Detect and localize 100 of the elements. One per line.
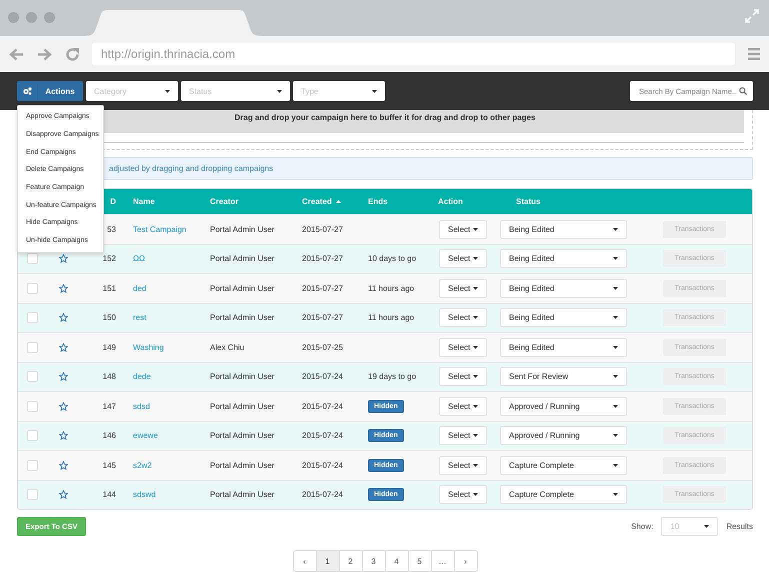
status-select[interactable]: Capture Complete [500, 456, 627, 475]
checkbox[interactable] [27, 253, 38, 264]
show-label: Show: [631, 522, 654, 531]
caret-icon [613, 434, 618, 438]
star-icon[interactable] [59, 460, 68, 470]
table-cell-text: 146 [102, 431, 116, 440]
star-icon[interactable] [59, 372, 68, 382]
status-select[interactable]: Being Edited [500, 308, 627, 328]
action-select[interactable]: Select [439, 308, 487, 328]
checkbox[interactable] [27, 430, 38, 442]
caret-icon [372, 90, 377, 92]
table-cell-text: 145 [102, 460, 116, 470]
table-cell-text: 2015-07-24 [301, 372, 344, 382]
action-select[interactable]: Select [439, 338, 487, 357]
reload-icon[interactable] [65, 46, 80, 62]
caret-icon [473, 375, 478, 378]
caret-icon [613, 228, 618, 231]
table-cell: 19 days to go [368, 372, 416, 382]
checkbox[interactable] [27, 400, 38, 412]
table-cell-text: 151 [102, 284, 116, 293]
caret-icon [473, 434, 478, 438]
table-cell-text: 2015-07-27 [301, 224, 344, 234]
action-select[interactable]: Select [439, 367, 487, 386]
star-icon[interactable] [59, 254, 68, 264]
table-cell: 10 days to go [368, 254, 416, 264]
star-icon[interactable] [59, 313, 68, 322]
caret-icon [473, 286, 478, 290]
action-select[interactable]: Select [439, 396, 487, 416]
expand-icon[interactable] [745, 9, 759, 23]
drop-zone-text: Drag and drop your campaign here to buffer it for drag and drop to other pages [234, 113, 536, 124]
dropdown-placeholder: Type [301, 86, 318, 96]
caret-icon [473, 257, 478, 260]
table-cell-text: 150 [102, 313, 116, 322]
star-icon[interactable] [59, 284, 68, 293]
caret-icon [473, 464, 478, 467]
results-label: Results [726, 522, 753, 531]
table-cell-text: 2015-07-27 [301, 284, 344, 293]
checkbox[interactable] [27, 460, 38, 471]
table-cell-text: 2015-07-24 [301, 431, 344, 440]
caret-icon [704, 525, 710, 528]
dropdown-placeholder: Category [94, 86, 126, 96]
star-icon[interactable] [59, 342, 68, 352]
table-cell-text: Portal Admin User [209, 284, 276, 293]
status-select[interactable]: Approved / Running [500, 396, 627, 416]
table-cell-text: 148 [102, 372, 116, 382]
checkbox[interactable] [27, 371, 38, 382]
caret-icon [613, 257, 618, 260]
table-cell: 11 hours ago [368, 284, 414, 293]
back-icon[interactable] [9, 48, 24, 60]
caret-icon [473, 493, 478, 496]
dropdown-placeholder: Status [189, 86, 212, 96]
window-control-icon[interactable] [26, 12, 37, 23]
window-control-icon[interactable] [8, 12, 19, 23]
page-link[interactable]: › [454, 551, 476, 571]
table-cell-text: 2015-07-24 [301, 490, 344, 500]
caret-icon [473, 346, 478, 349]
caret-icon [165, 90, 170, 92]
actions-button[interactable]: Actions [17, 81, 83, 101]
status-select[interactable]: Being Edited [500, 220, 627, 239]
status-select[interactable]: Capture Complete [500, 485, 627, 504]
search-icon[interactable] [739, 87, 747, 95]
status-select[interactable]: Being Edited [500, 278, 627, 298]
action-select[interactable]: Select [439, 249, 487, 268]
table-cell-text: 2015-07-24 [301, 460, 344, 470]
status-select[interactable]: Approved / Running [500, 426, 627, 446]
checkbox[interactable] [27, 342, 38, 353]
status-select[interactable]: Sent For Review [500, 367, 627, 386]
caret-icon [613, 316, 618, 320]
caret-icon [613, 346, 618, 349]
table-cell-text: 2015-07-27 [301, 254, 344, 264]
action-select[interactable]: Select [439, 426, 487, 446]
star-icon[interactable] [59, 490, 68, 500]
star-icon[interactable] [59, 431, 68, 440]
caret-icon [613, 404, 618, 408]
action-select[interactable]: Select [439, 485, 487, 504]
checkbox[interactable] [27, 489, 38, 500]
star-icon[interactable] [59, 402, 68, 411]
table-cell-text: Portal Admin User [209, 224, 276, 234]
table-cell-text: 53 [106, 224, 116, 234]
caret-icon [613, 375, 618, 378]
action-select[interactable]: Select [439, 456, 487, 475]
caret-icon [613, 286, 618, 290]
page-link[interactable]: 1 [316, 551, 338, 571]
caret-icon [473, 404, 478, 408]
table-cell-text: 149 [102, 342, 116, 352]
status-select[interactable]: Being Edited [500, 338, 627, 357]
status-select[interactable]: Being Edited [500, 249, 627, 268]
table-cell-text: 2015-07-27 [301, 313, 344, 322]
action-select[interactable]: Select [439, 220, 487, 239]
window-control-icon[interactable] [44, 12, 55, 23]
checkbox[interactable] [27, 282, 38, 294]
url-text: http://origin.thrinacia.com [100, 47, 236, 61]
table-cell-text: 2015-07-25 [301, 342, 344, 352]
menu-icon[interactable] [748, 48, 760, 60]
table-cell-text: 147 [102, 402, 116, 411]
alert-text: adjusted by dragging and dropping campaigns [109, 164, 274, 173]
table-cell-text: Portal Admin User [209, 431, 276, 440]
checkbox[interactable] [27, 312, 38, 324]
forward-icon[interactable] [37, 48, 52, 60]
action-select[interactable]: Select [439, 278, 487, 298]
